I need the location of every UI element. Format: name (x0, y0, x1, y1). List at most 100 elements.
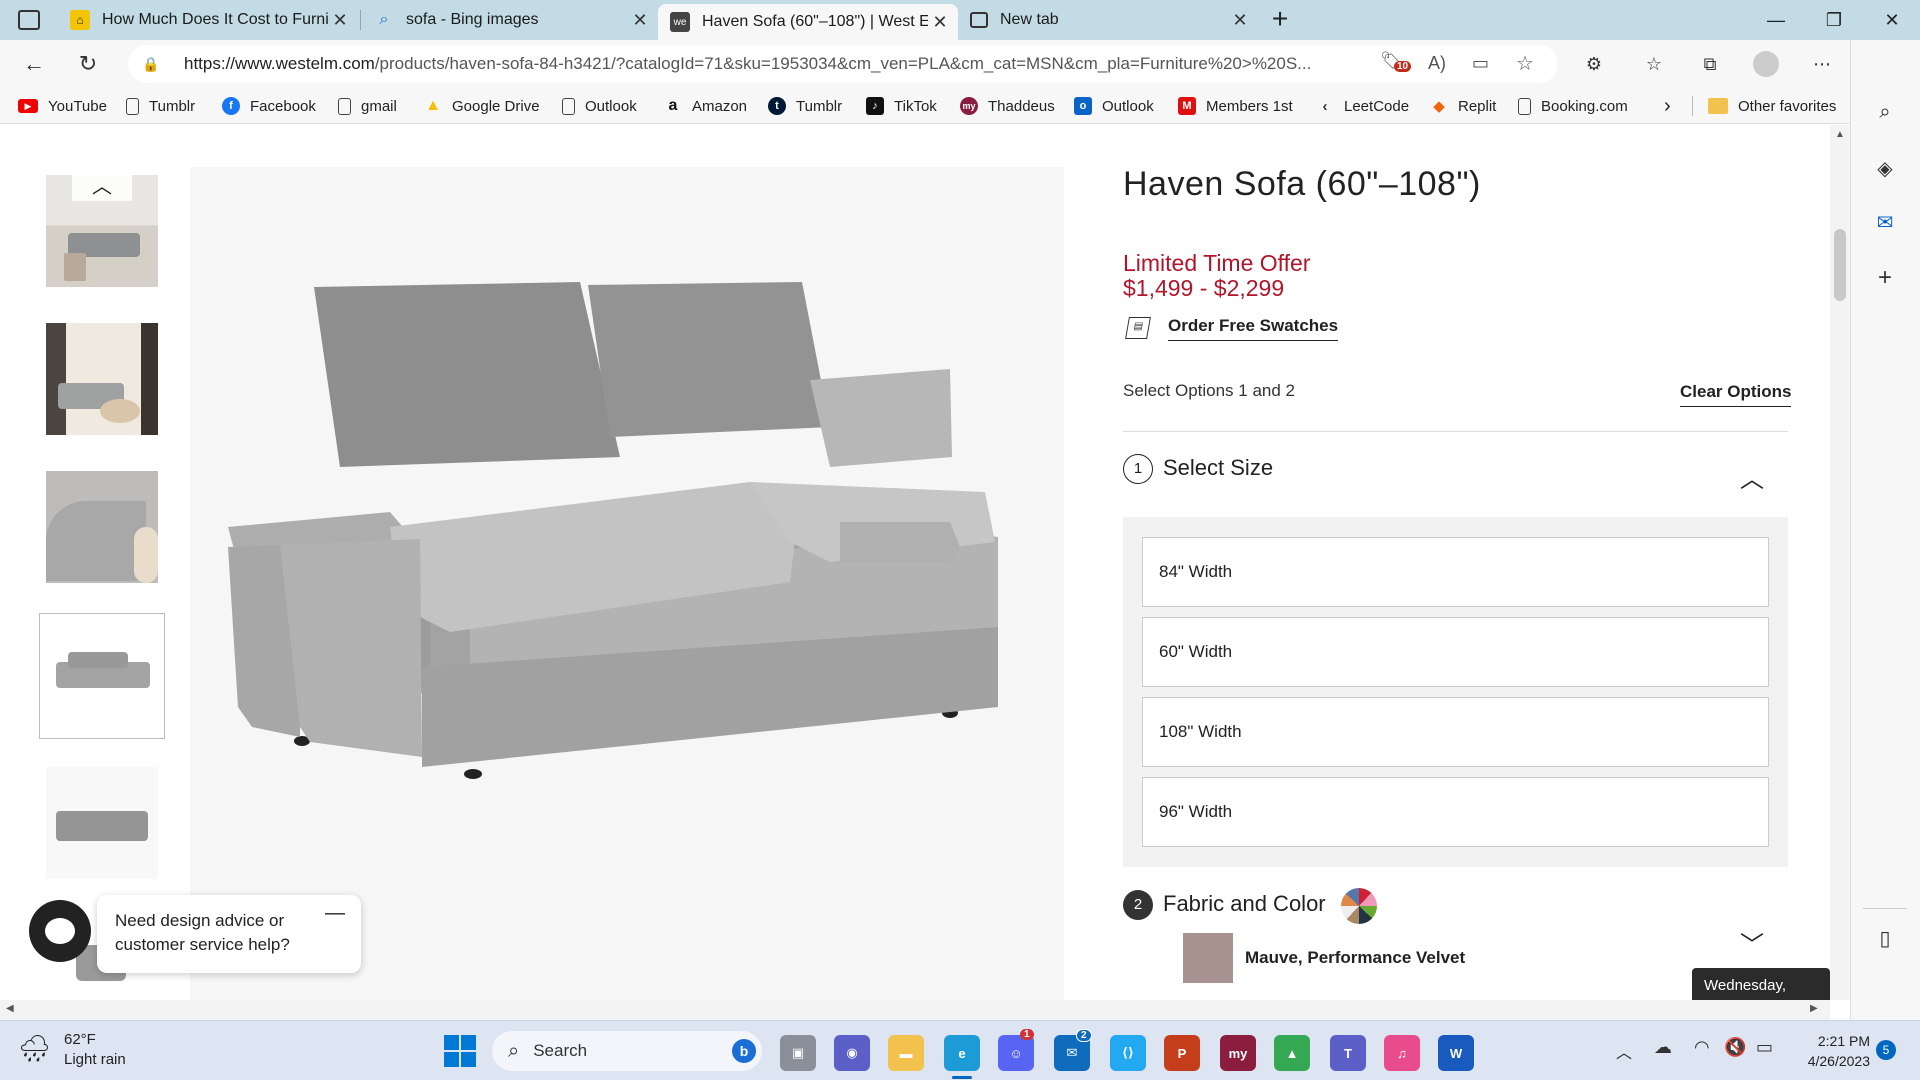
chat-bubble-button[interactable] (29, 900, 91, 962)
tab-haven-sofa[interactable]: we Haven Sofa (60"–108") | West Elm ✕ (658, 4, 958, 40)
battery-icon[interactable]: ▭ (1756, 1037, 1773, 1058)
google-drive-icon[interactable]: ▲ (1274, 1035, 1310, 1071)
product-main-image[interactable] (190, 167, 1064, 1000)
other-favorites[interactable]: Other favorites (1708, 88, 1836, 124)
extensions-icon[interactable]: ⚙ (1578, 48, 1610, 80)
weather-widget[interactable]: 🌧 62°F Light rain (18, 1031, 158, 1073)
scroll-right-arrow-icon[interactable]: ▶ (1810, 1003, 1818, 1014)
itunes-icon[interactable]: ♫ (1384, 1035, 1420, 1071)
outlook-icon[interactable]: ✉ (1869, 206, 1901, 238)
new-tab-button[interactable]: + (1264, 4, 1296, 36)
close-icon[interactable]: ✕ (928, 12, 952, 33)
vertical-scrollbar[interactable]: ▲ (1830, 125, 1850, 1000)
bookmark-label: Replit (1458, 97, 1497, 115)
hide-sidebar-icon[interactable]: ▯ (1869, 922, 1901, 954)
refresh-button[interactable]: ↻ (70, 48, 106, 80)
clock[interactable]: 2:21 PM 4/26/2023 (1790, 1031, 1870, 1071)
thumb-scroll-up-icon[interactable]: ︿ (72, 175, 132, 201)
scroll-up-arrow-icon[interactable]: ▲ (1835, 129, 1845, 140)
bookmark-booking[interactable]: Booking.com (1518, 88, 1628, 124)
product-thumbnail-3[interactable] (46, 471, 158, 583)
word-icon[interactable]: W (1438, 1035, 1474, 1071)
size-option-96[interactable]: 96" Width (1142, 777, 1769, 847)
teams-chat-icon[interactable]: ◉ (834, 1035, 870, 1071)
product-thumbnail-5[interactable] (46, 767, 158, 879)
collapse-chevron-icon[interactable]: ︿ (1740, 459, 1764, 494)
bookmark-members-1st[interactable]: M Members 1st (1178, 88, 1293, 124)
bookmark-tumblr[interactable]: Tumblr (126, 88, 195, 124)
minimize-chat-icon[interactable]: — (325, 901, 345, 925)
mail-icon[interactable]: ✉ 2 (1054, 1029, 1092, 1071)
lock-icon[interactable]: 🔒 (142, 56, 172, 73)
bookmark-thaddeus[interactable]: my Thaddeus (960, 88, 1055, 124)
my-app-icon[interactable]: my (1220, 1035, 1256, 1071)
favorites-icon[interactable]: ☆ (1638, 48, 1670, 80)
select-size-heading[interactable]: Select Size (1163, 455, 1273, 481)
onedrive-icon[interactable]: ☁ (1654, 1037, 1672, 1058)
tab-new-tab[interactable]: New tab ✕ (958, 0, 1258, 40)
coupon-icon[interactable]: 🏷 10 (1380, 51, 1412, 77)
product-thumbnail-2[interactable] (46, 323, 158, 435)
bookmark-facebook[interactable]: f Facebook (222, 88, 316, 124)
url-field[interactable]: 🔒 https://www.westelm.com/products/haven… (128, 45, 1558, 83)
expand-chevron-icon[interactable]: ﹀ (1740, 925, 1764, 960)
size-option-84[interactable]: 84" Width (1142, 537, 1769, 607)
close-icon[interactable]: ✕ (328, 10, 352, 31)
size-option-60[interactable]: 60" Width (1142, 617, 1769, 687)
order-free-swatches-link[interactable]: Order Free Swatches (1168, 316, 1339, 341)
replit-icon: ◆ (1433, 98, 1445, 115)
notification-badge[interactable]: 5 (1876, 1040, 1896, 1060)
vscode-icon[interactable]: ⟨⟩ (1110, 1035, 1146, 1071)
add-favorite-icon[interactable]: ☆ (1516, 51, 1534, 76)
start-button[interactable] (444, 1035, 476, 1067)
collections-icon[interactable]: ⧉ (1694, 48, 1726, 80)
profile-icon[interactable] (1750, 48, 1782, 80)
restore-button[interactable]: ❐ (1806, 0, 1862, 40)
read-aloud-icon[interactable]: A) (1428, 53, 1446, 74)
back-button[interactable]: ← (16, 48, 52, 80)
tab-bing-images[interactable]: ⌕ sofa - Bing images ✕ (362, 0, 658, 40)
horizontal-scrollbar[interactable]: ◀ ▶ (0, 1000, 1830, 1020)
taskbar-search[interactable]: ⌕ Search b (492, 1031, 762, 1071)
powerpoint-icon[interactable]: P (1164, 1035, 1200, 1071)
clear-options-button[interactable]: Clear Options (1680, 382, 1792, 407)
volume-muted-icon[interactable]: 🔇 (1724, 1037, 1746, 1058)
tab-how-much[interactable]: ⌂ How Much Does It Cost to Furnis ✕ (58, 0, 358, 40)
bookmark-youtube[interactable]: ▶ YouTube (18, 88, 107, 124)
add-icon[interactable]: + (1869, 262, 1901, 294)
chat-prompt-card[interactable]: Need design advice or customer service h… (97, 895, 361, 973)
close-icon[interactable]: ✕ (628, 10, 652, 31)
bookmark-google-drive[interactable]: ▲ Google Drive (424, 88, 539, 124)
games-icon[interactable]: ◈ (1869, 152, 1901, 184)
bookmark-outlook[interactable]: Outlook (562, 88, 637, 124)
selected-fabric-swatch[interactable] (1183, 933, 1233, 983)
show-hidden-icons-chevron-icon[interactable]: ︿ (1616, 1039, 1632, 1063)
size-option-108[interactable]: 108" Width (1142, 697, 1769, 767)
bookmark-tiktok[interactable]: ♪ TikTok (866, 88, 937, 124)
discord-icon[interactable]: ☺ 1 (998, 1029, 1034, 1071)
tab-actions-icon[interactable] (18, 10, 40, 30)
bookmark-outlook-2[interactable]: o Outlook (1074, 88, 1154, 124)
more-bookmarks-chevron-icon[interactable]: › (1664, 88, 1671, 124)
edge-icon[interactable]: e (944, 1035, 980, 1071)
task-view-icon[interactable]: ▣ (780, 1035, 816, 1071)
search-icon[interactable]: ⌕ (1869, 96, 1901, 128)
more-icon[interactable]: ⋯ (1806, 48, 1838, 80)
immersive-reader-icon[interactable]: ▭ (1472, 53, 1489, 74)
scroll-thumb[interactable] (1834, 229, 1846, 301)
bookmark-gmail[interactable]: gmail (338, 88, 397, 124)
bookmark-leetcode[interactable]: ‹ LeetCode (1316, 88, 1410, 124)
bookmark-replit[interactable]: ◆ Replit (1430, 88, 1496, 124)
bookmark-tumblr-2[interactable]: t Tumblr (768, 88, 842, 124)
fabric-and-color-heading[interactable]: Fabric and Color (1163, 891, 1326, 917)
product-thumbnail-1[interactable]: ︿ (46, 175, 158, 287)
scroll-left-arrow-icon[interactable]: ◀ (6, 1003, 14, 1014)
close-icon[interactable]: ✕ (1228, 10, 1252, 31)
file-explorer-icon[interactable]: ▬ (888, 1035, 924, 1071)
bookmark-amazon[interactable]: a Amazon (664, 88, 747, 124)
wifi-icon[interactable]: ◠ (1694, 1037, 1710, 1058)
teams-icon[interactable]: T (1330, 1035, 1366, 1071)
product-thumbnail-4-selected[interactable] (39, 613, 165, 739)
close-window-button[interactable]: ✕ (1864, 0, 1920, 40)
minimize-button[interactable]: — (1748, 0, 1804, 40)
